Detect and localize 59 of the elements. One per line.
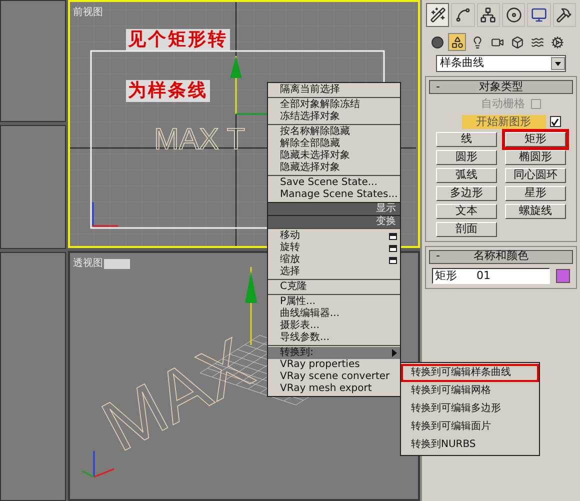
- viewport-panel[interactable]: [0, 252, 66, 501]
- wand-icon[interactable]: [426, 3, 450, 27]
- hammer-icon[interactable]: [552, 3, 576, 27]
- menu-item[interactable]: VRay scene converter: [268, 371, 400, 383]
- label-box: [104, 258, 130, 268]
- scene-text: MAX: [90, 323, 266, 463]
- shape-button[interactable]: 线: [436, 132, 497, 146]
- viewport-panel[interactable]: [0, 125, 66, 249]
- submenu-arrow-icon: [392, 349, 397, 357]
- shape-button[interactable]: 螺旋线: [505, 204, 566, 218]
- autogrid-label: 自动栅格: [481, 96, 525, 112]
- menu-item[interactable]: 转换到可编辑样条曲线: [401, 364, 539, 382]
- start-new-checkbox[interactable]: [550, 116, 560, 127]
- menu-header: 显示: [268, 202, 400, 215]
- shape-button[interactable]: 圆形: [436, 150, 497, 164]
- menu-header: 变换: [268, 215, 400, 228]
- menu-item[interactable]: 全部对象解除冻结: [268, 99, 400, 111]
- color-swatch[interactable]: [556, 268, 570, 282]
- menu-item[interactable]: 移动: [268, 230, 400, 242]
- menu-item[interactable]: 选择: [268, 266, 400, 278]
- category-dropdown[interactable]: 样条曲线: [436, 55, 566, 72]
- hierarchy-icon[interactable]: [476, 3, 500, 27]
- shape-button[interactable]: 多边形: [436, 186, 497, 200]
- viewport-panel[interactable]: [0, 0, 66, 122]
- annotation-text: 为样条线: [126, 80, 210, 102]
- curve-icon[interactable]: [451, 3, 475, 27]
- shape-button[interactable]: 文本: [436, 204, 497, 218]
- shapes-icon[interactable]: [448, 33, 466, 51]
- menu-item[interactable]: 隐藏未选择对象: [268, 150, 400, 162]
- menu-item[interactable]: 摄影表...: [268, 320, 400, 332]
- menu-item[interactable]: VRay mesh export: [268, 383, 400, 395]
- rollout-header[interactable]: - 名称和颜色: [429, 250, 573, 264]
- menu-item[interactable]: 转换到:: [268, 347, 400, 359]
- menu-item[interactable]: C克隆: [268, 281, 400, 293]
- options-box-icon[interactable]: [389, 256, 397, 264]
- shape-button[interactable]: 星形: [505, 186, 566, 200]
- annotation-text: 见个矩形转: [126, 29, 230, 51]
- menu-item[interactable]: 解除全部隐藏: [268, 138, 400, 150]
- menu-item[interactable]: 缩放: [268, 254, 400, 266]
- menu-item[interactable]: VRay properties: [268, 359, 400, 371]
- shape-button[interactable]: 剖面: [436, 222, 497, 236]
- shape-button[interactable]: 椭圆形: [505, 150, 566, 164]
- start-new-shape-button[interactable]: 开始新图形: [462, 114, 546, 128]
- shape-button[interactable]: 同心圆环: [505, 168, 566, 182]
- menu-item[interactable]: 曲线编辑器...: [268, 308, 400, 320]
- monitor-icon[interactable]: [527, 3, 551, 27]
- menu-item[interactable]: 隔离当前选择: [268, 84, 400, 96]
- name-field[interactable]: 矩形 01: [432, 268, 550, 284]
- options-box-icon[interactable]: [389, 244, 397, 252]
- menu-item[interactable]: 导线参数...: [268, 332, 400, 344]
- menu-item[interactable]: Save Scene State...: [268, 177, 400, 189]
- menu-item[interactable]: 按名称解除隐藏: [268, 126, 400, 138]
- rollout-header[interactable]: - 对象类型: [429, 80, 573, 94]
- menu-item[interactable]: Manage Scene States...: [268, 189, 400, 201]
- menu-item[interactable]: P属性...: [268, 296, 400, 308]
- shape-button[interactable]: 弧线: [436, 168, 497, 182]
- menu-item[interactable]: 隐藏选择对象: [268, 162, 400, 174]
- menu-item[interactable]: 冻结选择对象: [268, 111, 400, 123]
- options-box-icon[interactable]: [389, 232, 397, 240]
